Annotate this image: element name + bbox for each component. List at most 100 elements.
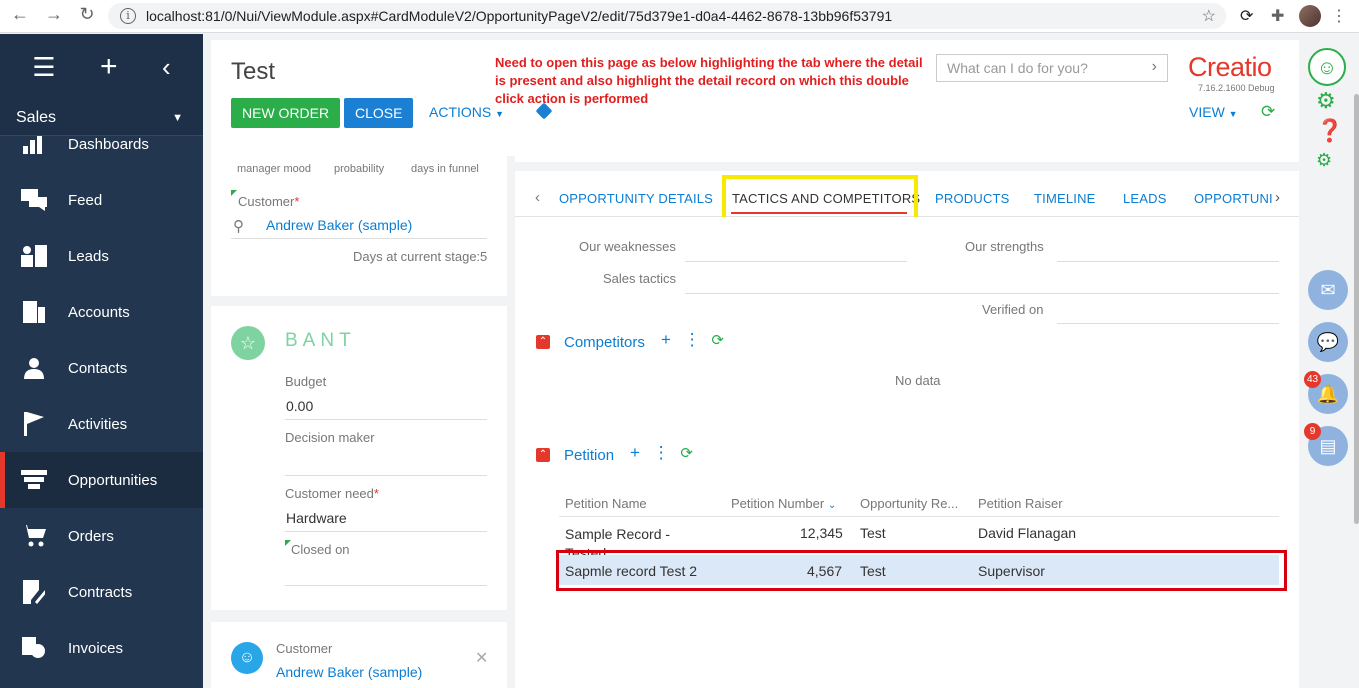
weaknesses-label: Our weaknesses xyxy=(579,239,676,254)
add-icon[interactable]: + xyxy=(100,50,118,84)
collapse-icon[interactable]: ⌃ xyxy=(536,448,550,462)
opportunity-link[interactable]: Test xyxy=(860,525,886,541)
tab-opportunity-details[interactable]: OPPORTUNITY DETAILS xyxy=(559,191,713,206)
customer-link[interactable]: Andrew Baker (sample) xyxy=(266,217,412,233)
tab-scroll-right-icon[interactable]: › xyxy=(1275,189,1280,206)
row-highlight-box xyxy=(556,550,1287,591)
browser-profile-avatar[interactable] xyxy=(1299,5,1321,27)
caret-down-icon: ▼ xyxy=(495,109,505,119)
chevron-right-icon[interactable]: › xyxy=(1152,58,1157,76)
hamburger-menu-icon[interactable]: ☰ xyxy=(32,52,55,83)
strengths-field[interactable] xyxy=(1057,261,1279,262)
browser-toolbar: ← → ↻ i localhost:81/0/Nui/ViewModule.as… xyxy=(0,0,1359,33)
flag-icon xyxy=(20,412,48,436)
forward-icon[interactable]: → xyxy=(40,4,68,25)
more-options-icon[interactable]: ⋮ xyxy=(653,443,670,462)
command-search-input[interactable]: What can I do for you? › xyxy=(936,54,1168,82)
close-icon[interactable]: ✕ xyxy=(475,648,488,668)
budget-label: Budget xyxy=(285,374,327,389)
view-label: VIEW xyxy=(1189,104,1225,120)
verified-on-field[interactable] xyxy=(1057,323,1279,324)
reload-icon[interactable]: ↻ xyxy=(73,4,101,25)
column-header-name[interactable]: Petition Name xyxy=(565,496,647,511)
sales-tactics-field[interactable] xyxy=(685,293,1279,294)
customer-label: Customer* xyxy=(238,194,300,209)
system-designer-icon[interactable]: ⚙ xyxy=(1316,150,1332,171)
profile-card: manager mood probability days in funnel … xyxy=(211,144,507,296)
sidebar-item-label: Feed xyxy=(68,191,103,209)
sidebar-item-contracts[interactable]: Contracts xyxy=(0,564,203,620)
chat-icon[interactable]: 💬 xyxy=(1308,322,1348,362)
sidebar-item-dashboards[interactable]: Dashboards xyxy=(0,136,203,172)
close-button[interactable]: CLOSE xyxy=(344,98,414,128)
weaknesses-field[interactable] xyxy=(685,261,907,262)
sidebar-item-feed[interactable]: Feed xyxy=(0,172,203,228)
dashboards-icon xyxy=(20,136,48,156)
refresh-icon[interactable]: ⟳ xyxy=(1261,102,1275,122)
sidebar-item-leads[interactable]: Leads xyxy=(0,228,203,284)
browser-menu-icon[interactable]: ⋮ xyxy=(1331,6,1347,26)
sidebar-item-label: Contracts xyxy=(68,583,133,601)
view-button[interactable]: VIEW ▼ xyxy=(1189,104,1238,120)
collapse-icon[interactable]: ⌃ xyxy=(536,335,550,349)
refresh-icon[interactable]: ⟳ xyxy=(680,445,693,462)
add-icon[interactable]: + xyxy=(630,443,640,462)
new-order-button[interactable]: NEW ORDER xyxy=(231,98,341,128)
column-header-number[interactable]: Petition Number ⌄ xyxy=(731,496,836,511)
extensions-puzzle-icon[interactable]: ✚ xyxy=(1271,6,1284,26)
column-header-raiser[interactable]: Petition Raiser xyxy=(978,496,1063,511)
leads-icon xyxy=(20,244,48,268)
gauge-label: days in funnel xyxy=(411,163,479,175)
sidebar-item-invoices[interactable]: Invoices xyxy=(0,620,203,676)
tab-opportunities[interactable]: OPPORTUNI xyxy=(1194,191,1273,206)
back-icon[interactable]: ← xyxy=(6,4,34,25)
contact-card: ☺ Customer Andrew Baker (sample) ✕ xyxy=(211,622,507,688)
sidebar-item-label: Contacts xyxy=(68,359,128,377)
bant-card: ☆ BANT Budget 0.00 Decision maker Custom… xyxy=(211,306,507,610)
star-icon: ☆ xyxy=(231,326,265,360)
workplace-label: Sales xyxy=(16,108,57,126)
column-header-opportunity[interactable]: Opportunity Re... xyxy=(860,496,958,511)
tab-leads[interactable]: LEADS xyxy=(1123,191,1167,206)
url-text: localhost:81/0/Nui/ViewModule.aspx#CardM… xyxy=(146,8,893,24)
sidebar-item-label: Leads xyxy=(68,247,109,265)
sidebar-item-activities[interactable]: Activities xyxy=(0,396,203,452)
budget-value[interactable]: 0.00 xyxy=(286,398,313,414)
tab-timeline[interactable]: TIMELINE xyxy=(1034,191,1096,206)
sidebar-item-accounts[interactable]: Accounts xyxy=(0,284,203,340)
site-info-icon[interactable]: i xyxy=(120,8,136,24)
strengths-label: Our strengths xyxy=(965,239,1044,254)
refresh-icon[interactable]: ⟳ xyxy=(711,332,724,349)
sidebar-item-contacts[interactable]: Contacts xyxy=(0,340,203,396)
more-options-icon[interactable]: ⋮ xyxy=(684,330,701,349)
scrollbar[interactable] xyxy=(1354,94,1359,524)
decision-maker-field[interactable] xyxy=(285,475,487,476)
closed-on-field[interactable] xyxy=(285,585,487,586)
sidebar-item-orders[interactable]: Orders xyxy=(0,508,203,564)
collapse-chevron-icon[interactable]: ‹ xyxy=(162,52,171,83)
email-icon[interactable]: ✉ xyxy=(1308,270,1348,310)
address-bar[interactable]: i localhost:81/0/Nui/ViewModule.aspx#Car… xyxy=(108,3,1226,29)
petition-title[interactable]: Petition xyxy=(564,447,614,464)
days-label: Days at current stage: xyxy=(353,249,481,264)
bookmark-star-icon[interactable]: ☆ xyxy=(1202,6,1216,26)
gauge-label: probability xyxy=(334,163,385,175)
competitors-title[interactable]: Competitors xyxy=(564,334,645,351)
raiser-link[interactable]: David Flanagan xyxy=(978,525,1076,541)
notifications-badge: 43 xyxy=(1304,371,1321,388)
help-icon[interactable]: ❓ xyxy=(1316,118,1343,144)
customer-need-value[interactable]: Hardware xyxy=(286,510,347,526)
caret-down-icon: ▼ xyxy=(172,111,183,124)
gear-icon[interactable]: ⚙ xyxy=(1316,88,1336,114)
tab-products[interactable]: PRODUCTS xyxy=(935,191,1010,206)
actions-button[interactable]: ACTIONS ▼ xyxy=(429,104,504,120)
workplace-selector[interactable]: Sales ▼ xyxy=(0,100,203,136)
right-rail: ☺ ⚙ ❓ ⚙ ✉ 💬 🔔 43 ▤ 9 xyxy=(1300,34,1359,688)
user-profile-icon[interactable]: ☺ xyxy=(1308,48,1346,86)
tab-scroll-left-icon[interactable]: ‹ xyxy=(535,189,540,206)
petition-name-cell: Sample Record - Tested xyxy=(565,526,671,561)
sidebar-item-opportunities[interactable]: Opportunities xyxy=(0,452,203,508)
sync-extension-icon[interactable]: ⟳ xyxy=(1240,6,1253,26)
add-icon[interactable]: + xyxy=(661,330,671,349)
contact-link[interactable]: Andrew Baker (sample) xyxy=(276,664,422,680)
